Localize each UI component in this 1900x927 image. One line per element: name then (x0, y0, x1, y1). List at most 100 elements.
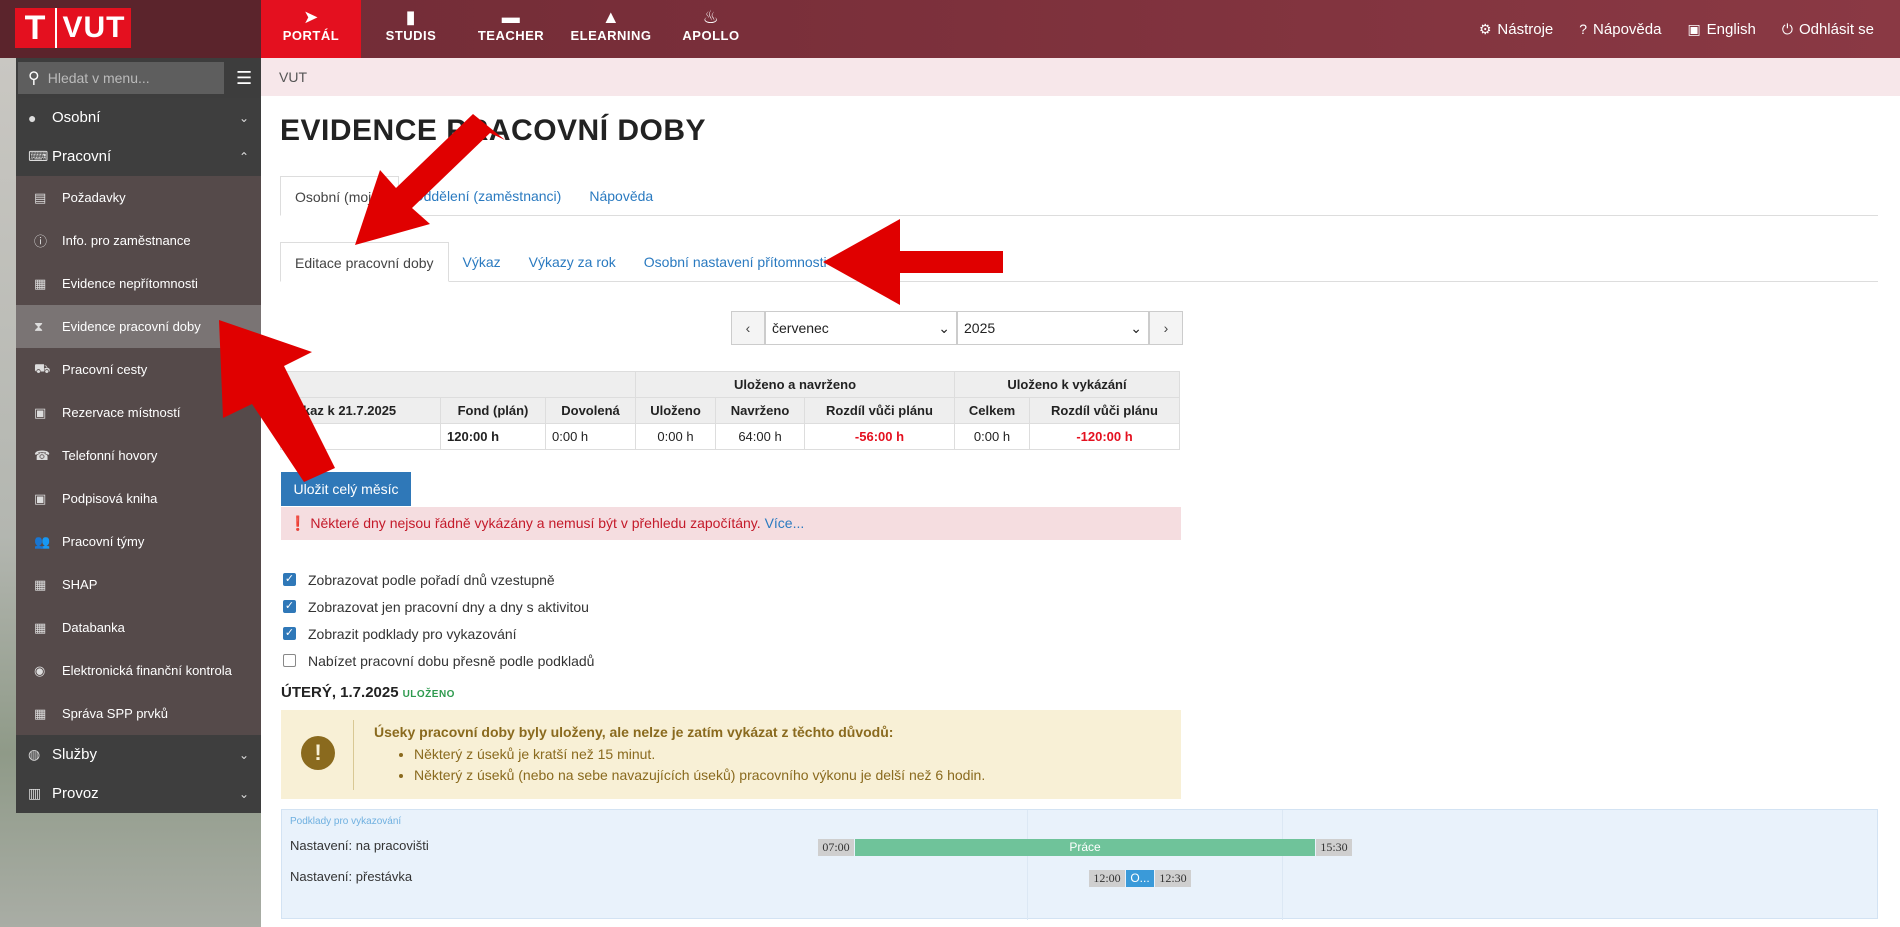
tab-oddeleni[interactable]: Oddělení (zaměstnanci) (399, 176, 576, 216)
topnav-teacher[interactable]: ▬ TEACHER (461, 0, 561, 58)
timeline-panel: Podklady pro vykazování Nastavení: na pr… (281, 809, 1878, 920)
sidebar-item-label: SHAP (62, 577, 98, 592)
divider (353, 720, 354, 790)
breadcrumb[interactable]: VUT (261, 58, 1900, 96)
sidebar-item-rezervace[interactable]: ▣ Rezervace místností (16, 391, 261, 434)
keyboard-icon: ⌨ (28, 148, 49, 164)
tools-link[interactable]: ⚙ Nástroje (1479, 21, 1553, 38)
sidebar-item-label: Databanka (62, 620, 125, 635)
table-row: VU 120:00 h 0:00 h 0:00 h 64:00 h -56:00… (280, 423, 1180, 450)
chevron-up-icon: ⌃ (238, 149, 249, 164)
topnav-label: PORTÁL (282, 28, 340, 43)
col-header: Uloženo (635, 397, 716, 424)
sidebar-item-shap[interactable]: ▦ SHAP (16, 563, 261, 606)
timeline-label: Podklady pro vykazování (290, 816, 402, 827)
option-show-sources[interactable]: ✓ Zobrazit podklady pro vykazování (281, 620, 594, 647)
option-label: Nabízet pracovní dobu přesně podle podkl… (308, 652, 595, 669)
sidebar-section-provoz[interactable]: ▥ Provoz ⌄ (16, 774, 261, 813)
sidebar-section-label: Služby (52, 746, 98, 763)
sidebar-item-efk[interactable]: ◉ Elektronická finanční kontrola (16, 649, 261, 692)
sidebar-section-osobni[interactable]: ● Osobní ⌄ (16, 98, 261, 137)
help-link[interactable]: ? Nápověda (1579, 21, 1661, 38)
tab-vykaz[interactable]: Výkaz (449, 242, 515, 282)
time-end: 15:30 (1316, 839, 1352, 856)
chevron-left-icon: ‹ (745, 320, 751, 336)
paper-plane-icon: ➤ (303, 7, 319, 27)
month-select[interactable]: červenec ⌄ (765, 311, 957, 345)
day-title: ÚTERÝ, 1.7.2025 (281, 684, 399, 701)
option-ascending[interactable]: ✓ Zobrazovat podle pořadí dnů vzestupně (281, 566, 594, 593)
option-label: Zobrazovat podle pořadí dnů vzestupně (308, 571, 555, 588)
save-month-button[interactable]: Uložit celý měsíc (281, 472, 411, 506)
sidebar-item-label: Podpisová kniha (62, 491, 158, 506)
sidebar-section-sluzby[interactable]: ◍ Služby ⌄ (16, 735, 261, 774)
search-input[interactable]: ⚲ Hledat v menu... (18, 62, 224, 94)
chevron-down-icon: ⌄ (238, 747, 249, 762)
topnav-portal[interactable]: ➤ PORTÁL (261, 0, 361, 58)
table-cell: 120:00 h (440, 423, 546, 450)
sidebar: ⚲ Hledat v menu... ☰ ● Osobní ⌄ ⌨ Pracov… (16, 58, 261, 813)
option-workdays-only[interactable]: ✓ Zobrazovat jen pracovní dny a dny s akt… (281, 593, 594, 620)
sidebar-item-spp[interactable]: ▦ Správa SPP prvků (16, 692, 261, 735)
checkbox[interactable] (283, 654, 296, 667)
year-select[interactable]: 2025 ⌄ (957, 311, 1149, 345)
topnav-studis[interactable]: ▮ STUDIS (361, 0, 461, 58)
status-badge: ULOŽENO (402, 689, 455, 700)
logo-area: T VUT (0, 0, 261, 58)
sidebar-item-evidence-nepritomnosti[interactable]: ▦ Evidence nepřítomnosti (16, 262, 261, 305)
sidebar-section-pracovni[interactable]: ⌨ Pracovní ⌃ (16, 137, 261, 176)
checkbox[interactable]: ✓ (283, 600, 296, 613)
sidebar-item-evidence-pracovni-doby[interactable]: ⧗ Evidence pracovní doby (16, 305, 261, 348)
break-bar[interactable]: O... (1126, 870, 1154, 887)
logout-link[interactable]: ⏻ Odhlásit se (1782, 21, 1874, 38)
tab-napoveda[interactable]: Nápověda (575, 176, 667, 216)
sidebar-item-info[interactable]: ⓘ Info. pro zaměstnance (16, 219, 261, 262)
tab-osobni-nastaveni[interactable]: Osobní nastavení přítomnosti (630, 242, 841, 282)
phone-icon: ☎ (34, 447, 51, 463)
grid-icon: ▦ (34, 275, 47, 291)
language-label: English (1706, 20, 1756, 38)
menu-toggle-icon[interactable]: ☰ (236, 68, 252, 89)
alert-more-link[interactable]: Více... (765, 515, 805, 531)
chevron-down-icon: ⌄ (938, 319, 950, 336)
topnav-apollo[interactable]: ♨ APOLLO (661, 0, 761, 58)
logo-t: T (15, 8, 57, 48)
checkbox[interactable]: ✓ (283, 573, 296, 586)
topnav-label: APOLLO (682, 28, 740, 43)
sidebar-item-pracovni-cesty[interactable]: ⛟ Pracovní cesty (16, 348, 261, 391)
list-item: Některý z úseků je kratší než 15 minut. (414, 744, 985, 765)
sidebar-item-podpisova-kniha[interactable]: ▣ Podpisová kniha (16, 477, 261, 520)
sidebar-item-label: Info. pro zaměstnance (62, 233, 191, 248)
sidebar-item-label: Rezervace místností (62, 405, 181, 420)
prev-month-button[interactable]: ‹ (731, 311, 765, 345)
eye-icon: ◉ (34, 662, 46, 678)
table-cell: 0:00 h (954, 423, 1030, 450)
tab-editace[interactable]: Editace pracovní doby (280, 242, 449, 282)
sidebar-item-pracovni-tymy[interactable]: 👥 Pracovní týmy (16, 520, 261, 563)
alert-banner: ❗ Některé dny nejsou řádně vykázány a ne… (281, 507, 1181, 540)
briefcase-icon: ▬ (501, 7, 521, 27)
topnav-elearning[interactable]: ▲ ELEARNING (561, 0, 661, 58)
option-label: Zobrazovat jen pracovní dny a dny s akti… (308, 598, 589, 615)
language-link[interactable]: ▣ English (1687, 21, 1755, 38)
next-month-button[interactable]: › (1149, 311, 1183, 345)
sidebar-item-pozadavky[interactable]: ▤ Požadavky (16, 176, 261, 219)
option-label: Zobrazit podklady pro vykazování (308, 625, 517, 642)
work-bar[interactable]: Práce (855, 839, 1315, 856)
en-flag-icon: ▣ (1687, 20, 1701, 37)
col-header: Dovolená (545, 397, 636, 424)
option-exact-sources[interactable]: Nabízet pracovní dobu přesně podle podkl… (281, 647, 594, 674)
month-value: červenec (772, 320, 829, 336)
info-icon: ⓘ (34, 234, 48, 249)
tab-vykazy-za-rok[interactable]: Výkazy za rok (515, 242, 630, 282)
sidebar-item-telefonni-hovory[interactable]: ☎ Telefonní hovory (16, 434, 261, 477)
checkbox[interactable]: ✓ (283, 627, 296, 640)
tab-osobni[interactable]: Osobní (moje) (280, 176, 399, 216)
sidebar-item-databanka[interactable]: ▦ Databanka (16, 606, 261, 649)
chevron-down-icon: ⌄ (238, 110, 249, 125)
question-icon: ? (1579, 21, 1588, 37)
sidebar-item-label: Evidence pracovní doby (62, 319, 201, 334)
alert-text: Některé dny nejsou řádně vykázány a nemu… (310, 515, 761, 531)
time-start: 12:00 (1089, 870, 1125, 887)
vut-logo[interactable]: T VUT (15, 8, 131, 48)
